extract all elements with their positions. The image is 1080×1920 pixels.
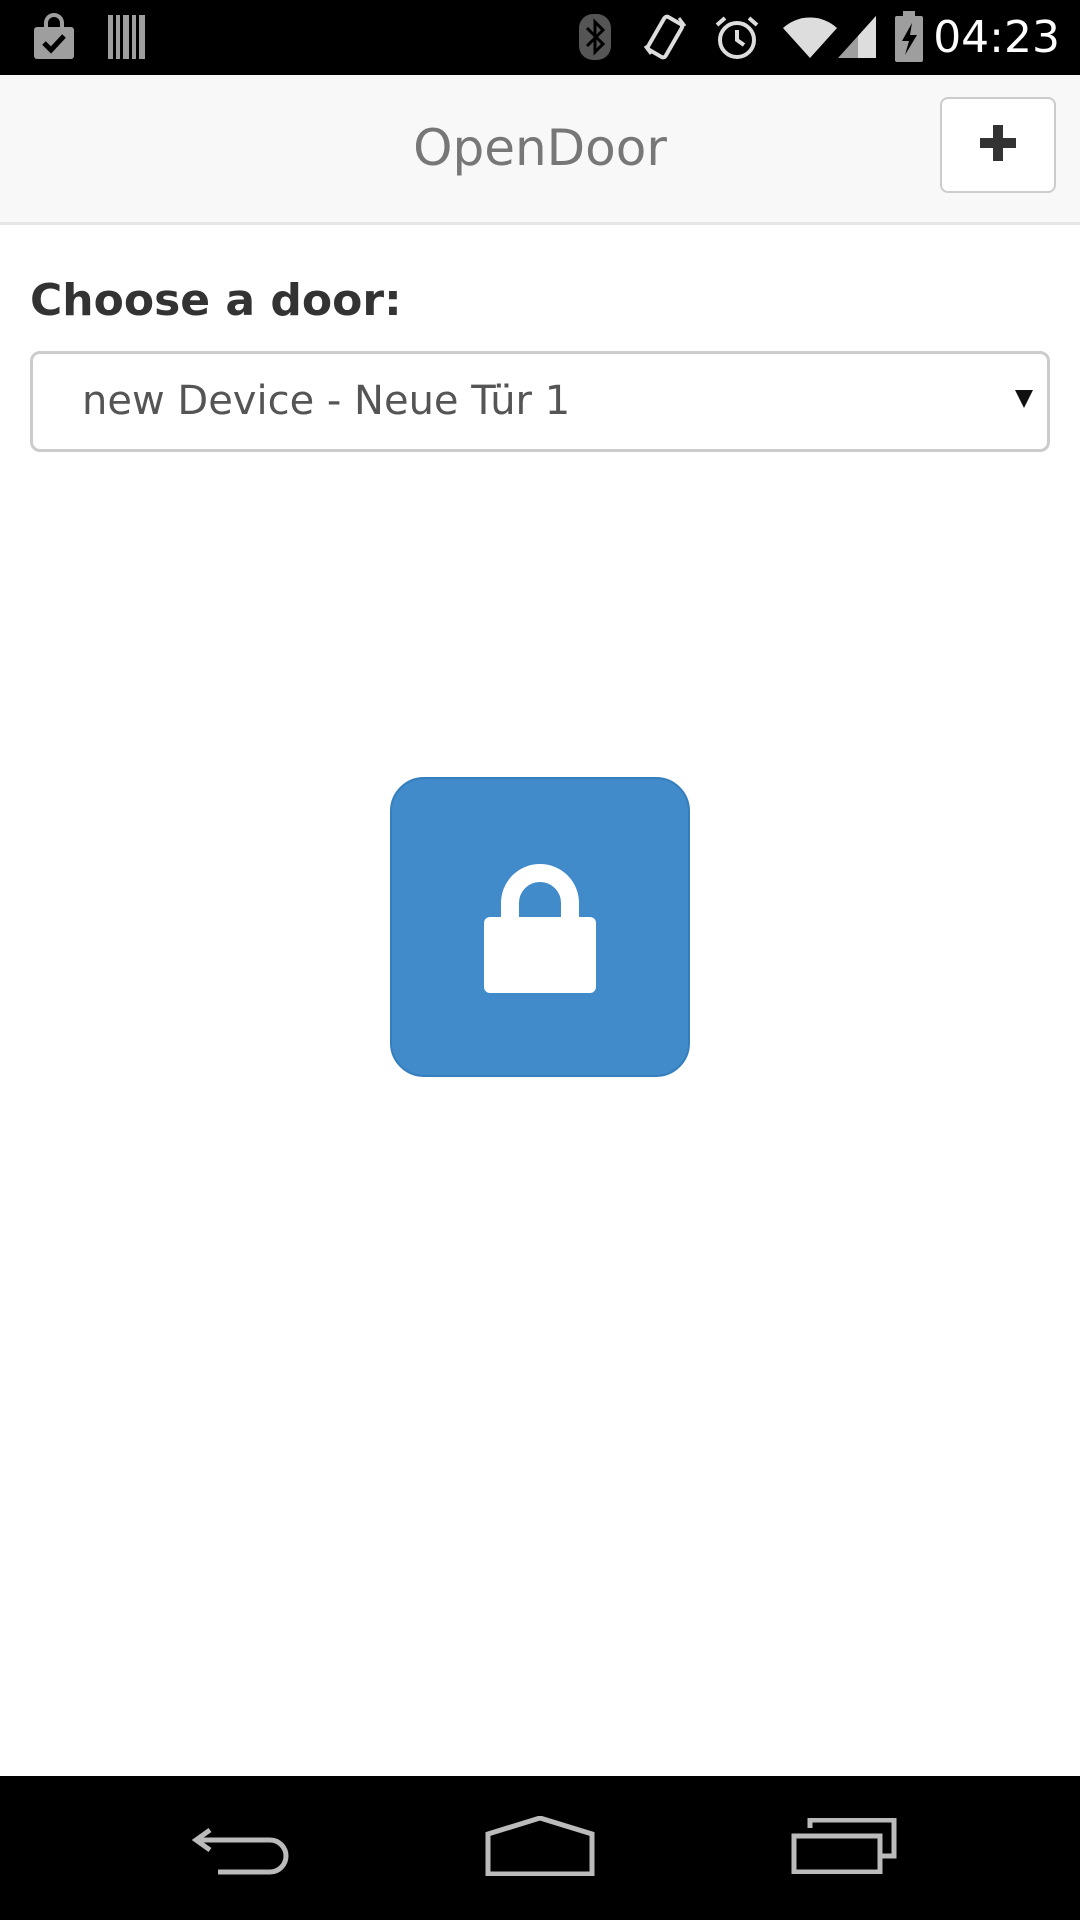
nav-bar bbox=[0, 1776, 1080, 1920]
plus-icon bbox=[978, 123, 1018, 168]
vibrate-icon bbox=[640, 10, 690, 64]
status-bar: 04:23 bbox=[0, 0, 1080, 75]
screen: 04:23 OpenDoor Choose a door: new Device… bbox=[0, 0, 1080, 1920]
wifi-icon bbox=[780, 10, 840, 64]
recent-apps-button[interactable] bbox=[784, 1798, 904, 1898]
alarm-icon bbox=[712, 10, 762, 64]
door-select[interactable]: new Device - Neue Tür 1 bbox=[30, 351, 1050, 452]
cell-signal-icon bbox=[836, 10, 878, 64]
dropdown-arrow-icon bbox=[1015, 390, 1033, 408]
battery-charging-icon bbox=[892, 10, 926, 64]
lock-icon bbox=[480, 855, 600, 1000]
home-button[interactable] bbox=[480, 1798, 600, 1898]
door-select-value: new Device - Neue Tür 1 bbox=[82, 378, 571, 424]
app-header: OpenDoor bbox=[0, 75, 1080, 225]
back-icon bbox=[188, 1816, 292, 1881]
home-icon bbox=[484, 1814, 596, 1881]
shopping-bag-check-icon bbox=[28, 10, 80, 64]
lock-toggle-button[interactable] bbox=[390, 777, 690, 1077]
status-time: 04:23 bbox=[933, 12, 1060, 63]
app-title: OpenDoor bbox=[413, 119, 667, 177]
recent-apps-icon bbox=[790, 1817, 898, 1879]
door-chooser-label: Choose a door: bbox=[30, 275, 402, 326]
add-door-button[interactable] bbox=[940, 97, 1056, 193]
back-button[interactable] bbox=[180, 1798, 300, 1898]
barcode-icon bbox=[104, 10, 150, 64]
bluetooth-icon bbox=[576, 10, 614, 64]
